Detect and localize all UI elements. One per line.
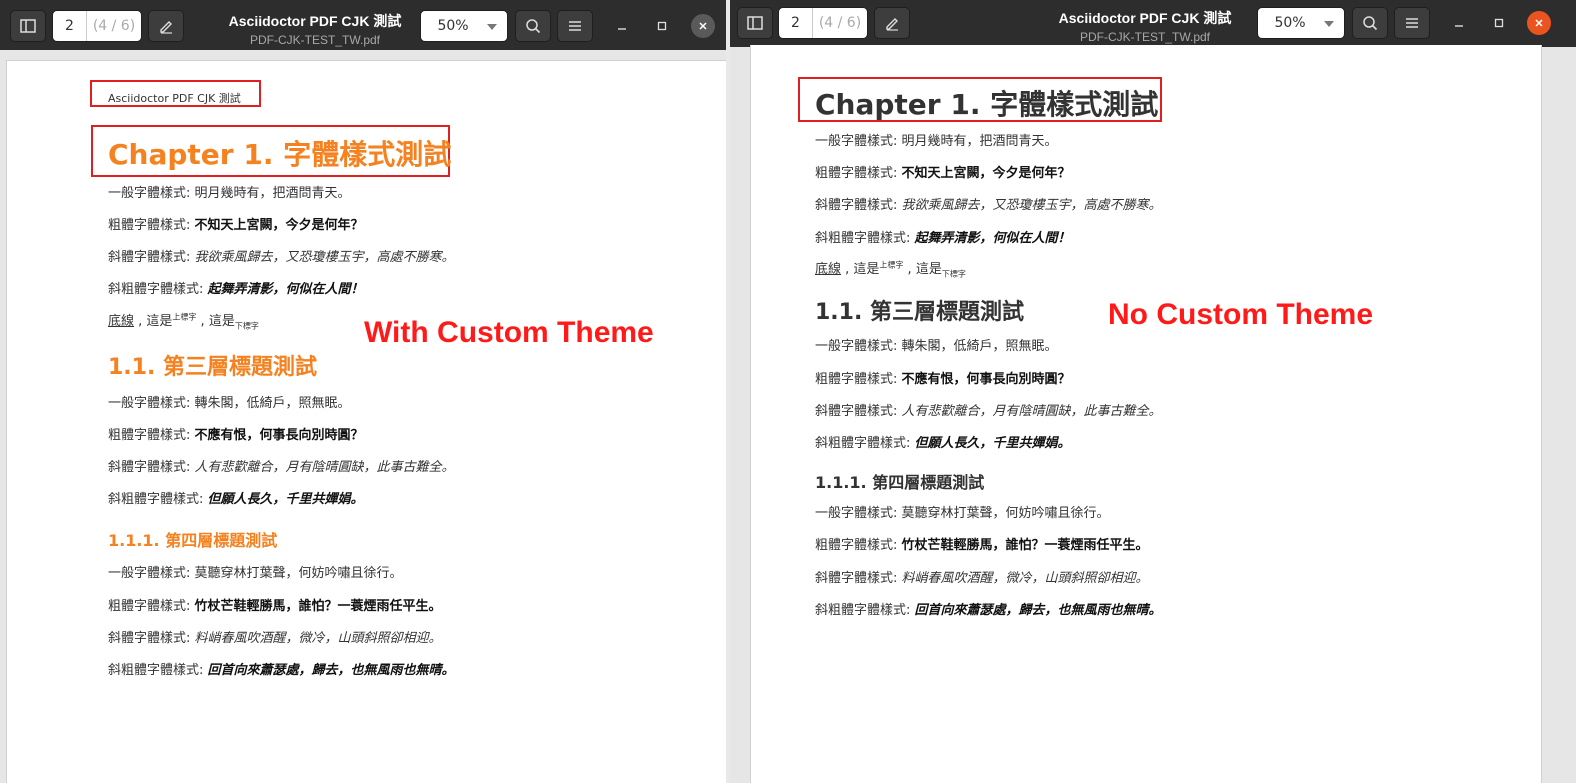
paragraph: 斜粗體字體樣式: 起舞弄清影，何似在人間！ [815,227,1071,246]
underline-text: 底線 [815,262,842,277]
paragraph: 粗體字體樣式: 不知天上宮闕，今夕是何年？ [815,162,1071,181]
paragraph: 斜粗體字體樣式: 回首向來蕭瑟處，歸去，也無風雨也無晴。 [815,599,1162,618]
label: 一般字體樣式: [108,186,195,201]
italic-text: 人有悲歡離合，月有陰晴圓缺，此事古難全。 [194,460,455,475]
italic-text: 人有悲歡離合，月有陰晴圓缺，此事古難全。 [901,404,1162,419]
bold-text: 不知天上宮闕，今夕是何年？ [194,218,364,233]
paragraph: 斜體字體樣式: 我欲乘風歸去，又恐瓊樓玉宇，高處不勝寒。 [815,194,1162,213]
left-viewer-window: 2 (4 / 6) Asciidoctor PDF CJK 測試 PDF-CJK… [0,0,726,783]
paragraph: 粗體字體樣式: 不應有恨，何事長向別時圓？ [815,368,1071,387]
italic-text: 我欲乘風歸去，又恐瓊樓玉宇，高處不勝寒。 [901,198,1162,213]
paragraph: 底線 , 這是上標字 , 這是下標字 [815,258,966,280]
bold-text: 不知天上宮闕，今夕是何年？ [901,166,1071,181]
paragraph: 斜體字體樣式: 人有悲歡離合，月有陰晴圓缺，此事古難全。 [108,456,455,475]
label: 一般字體樣式: [815,339,902,354]
label: 粗體字體樣式: [815,166,902,181]
label: 一般字體樣式: [108,566,195,581]
chapter-title: Chapter 1. 字體樣式測試 [108,138,452,171]
section-title: 1.1. 第三層標題測試 [815,300,1024,325]
right-viewer-window: 2 (4 / 6) Asciidoctor PDF CJK 測試 PDF-CJK… [730,0,1576,783]
paragraph: 斜體字體樣式: 料峭春風吹酒醒，微冷，山頭斜照卻相迎。 [815,567,1149,586]
bold-text: 竹杖芒鞋輕勝馬，誰怕？一蓑煙雨任平生。 [901,538,1149,553]
paragraph: 一般字體樣式: 明月幾時有，把酒問青天。 [108,182,351,201]
chapter-title: Chapter 1. 字體樣式測試 [815,88,1159,121]
label: 一般字體樣式: [108,396,195,411]
text: , 這是 [134,314,173,329]
annotation-label: No Custom Theme [1108,298,1374,331]
bold-italic-text: 起舞弄清影，何似在人間！ [207,282,364,297]
label: 斜粗體字體樣式: [815,603,915,618]
text: 明月幾時有，把酒問青天。 [901,134,1058,149]
underline-text: 底線 [108,314,135,329]
text: 轉朱閣，低綺戶，照無眠。 [901,339,1058,354]
italic-text: 我欲乘風歸去，又恐瓊樓玉宇，高處不勝寒。 [194,250,455,265]
superscript-text: 上標字 [172,312,197,322]
paragraph: 一般字體樣式: 轉朱閣，低綺戶，照無眠。 [108,392,351,411]
paragraph: 一般字體樣式: 轉朱閣，低綺戶，照無眠。 [815,335,1058,354]
label: 斜粗體字體樣式: [108,663,208,678]
paragraph: 斜粗體字體樣式: 但願人長久，千里共嬋娟。 [815,432,1071,451]
paragraph: 粗體字體樣式: 不知天上宮闕，今夕是何年？ [108,214,364,233]
label: 斜體字體樣式: [108,631,195,646]
label: 粗體字體樣式: [108,599,195,614]
text: , 這是 [903,262,942,277]
label: 一般字體樣式: [815,134,902,149]
paragraph: 粗體字體樣式: 竹杖芒鞋輕勝馬，誰怕？一蓑煙雨任平生。 [108,595,442,614]
paragraph: 斜粗體字體樣式: 但願人長久，千里共嬋娟。 [108,488,364,507]
label: 粗體字體樣式: [108,428,195,443]
text: , 這是 [196,314,235,329]
label: 斜粗體字體樣式: [815,231,915,246]
superscript-text: 上標字 [879,260,904,270]
text: 明月幾時有，把酒問青天。 [194,186,351,201]
label: 斜粗體字體樣式: [108,492,208,507]
bold-italic-text: 起舞弄清影，何似在人間！ [914,231,1071,246]
paragraph: 斜粗體字體樣式: 起舞弄清影，何似在人間！ [108,278,364,297]
label: 粗體字體樣式: [815,372,902,387]
label: 粗體字體樣式: [815,538,902,553]
bold-text: 不應有恨，何事長向別時圓？ [194,428,364,443]
text: 莫聽穿林打葉聲，何妨吟嘯且徐行。 [901,506,1110,521]
label: 斜體字體樣式: [815,198,902,213]
paragraph: 一般字體樣式: 莫聽穿林打葉聲，何妨吟嘯且徐行。 [108,562,403,581]
text: 轉朱閣，低綺戶，照無眠。 [194,396,351,411]
label: 斜體字體樣式: [815,571,902,586]
paragraph: 一般字體樣式: 莫聽穿林打葉聲，何妨吟嘯且徐行。 [815,502,1110,521]
subscript-text: 下標字 [941,269,966,279]
paragraph: 一般字體樣式: 明月幾時有，把酒問青天。 [815,130,1058,149]
paragraph: 斜體字體樣式: 人有悲歡離合，月有陰晴圓缺，此事古難全。 [815,400,1162,419]
subsection-title: 1.1.1. 第四層標題測試 [815,473,985,492]
bold-italic-text: 但願人長久，千里共嬋娟。 [914,436,1071,451]
annotation-label: With Custom Theme [364,316,654,349]
running-header: Asciidoctor PDF CJK 測試 [108,92,241,105]
label: 斜粗體字體樣式: [108,282,208,297]
text: 莫聽穿林打葉聲，何妨吟嘯且徐行。 [194,566,403,581]
subsection-title: 1.1.1. 第四層標題測試 [108,531,278,550]
bold-text: 竹杖芒鞋輕勝馬，誰怕？一蓑煙雨任平生。 [194,599,442,614]
paragraph: 底線 , 這是上標字 , 這是下標字 [108,310,259,332]
bold-italic-text: 回首向來蕭瑟處，歸去，也無風雨也無晴。 [914,603,1162,618]
bold-text: 不應有恨，何事長向別時圓？ [901,372,1071,387]
paragraph: 斜體字體樣式: 料峭春風吹酒醒，微冷，山頭斜照卻相迎。 [108,627,442,646]
bold-italic-text: 但願人長久，千里共嬋娟。 [207,492,364,507]
paragraph: 斜體字體樣式: 我欲乘風歸去，又恐瓊樓玉宇，高處不勝寒。 [108,246,455,265]
label: 斜體字體樣式: [815,404,902,419]
italic-text: 料峭春風吹酒醒，微冷，山頭斜照卻相迎。 [901,571,1149,586]
label: 斜體字體樣式: [108,460,195,475]
italic-text: 料峭春風吹酒醒，微冷，山頭斜照卻相迎。 [194,631,442,646]
section-title: 1.1. 第三層標題測試 [108,355,317,380]
paragraph: 粗體字體樣式: 不應有恨，何事長向別時圓？ [108,424,364,443]
paragraph: 粗體字體樣式: 竹杖芒鞋輕勝馬，誰怕？一蓑煙雨任平生。 [815,534,1149,553]
label: 斜體字體樣式: [108,250,195,265]
label: 粗體字體樣式: [108,218,195,233]
label: 斜粗體字體樣式: [815,436,915,451]
paragraph: 斜粗體字體樣式: 回首向來蕭瑟處，歸去，也無風雨也無晴。 [108,659,455,678]
label: 一般字體樣式: [815,506,902,521]
subscript-text: 下標字 [234,321,259,331]
text: , 這是 [841,262,880,277]
page-content: Chapter 1. 字體樣式測試 一般字體樣式: 明月幾時有，把酒問青天。 粗… [730,0,1576,783]
page-content: Asciidoctor PDF CJK 測試 Chapter 1. 字體樣式測試… [0,0,726,783]
bold-italic-text: 回首向來蕭瑟處，歸去，也無風雨也無晴。 [207,663,455,678]
